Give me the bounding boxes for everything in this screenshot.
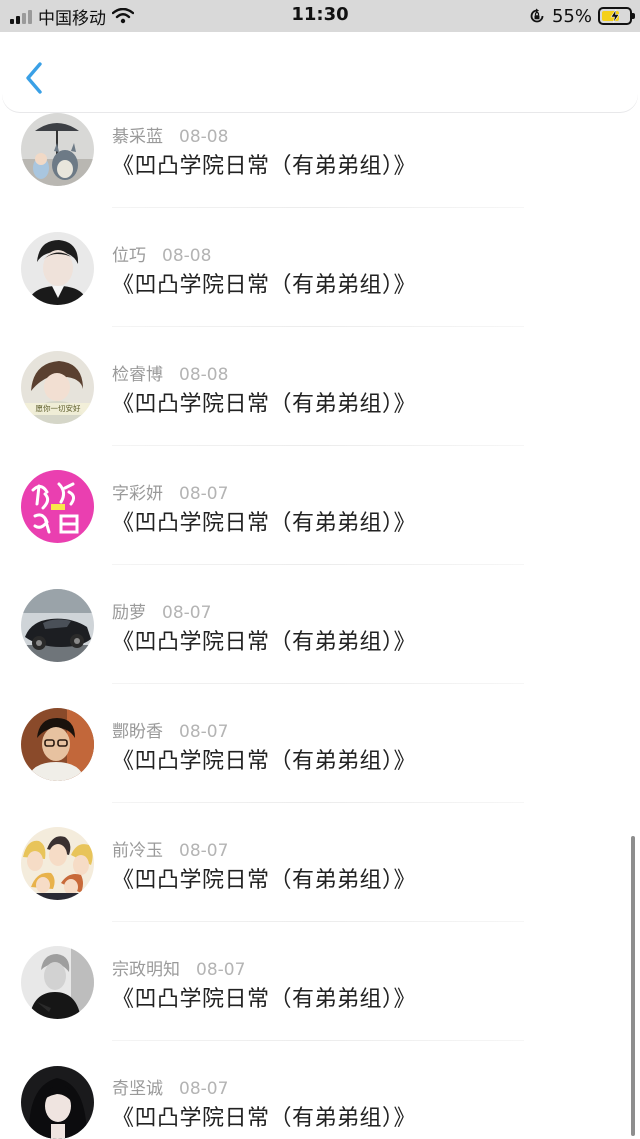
avatar[interactable]: [21, 1066, 94, 1139]
item-meta: 检睿博 08-08: [112, 360, 228, 385]
item-meta: 奇坚诚 08-07: [112, 1074, 228, 1099]
status-right: 55%: [528, 4, 635, 28]
author-name[interactable]: 字彩妍: [112, 484, 163, 504]
avatar[interactable]: [21, 113, 94, 186]
item-meta: 位巧 08-08: [112, 241, 211, 266]
battery-icon: [598, 7, 635, 25]
item-title[interactable]: 《凹凸学院日常（有弟弟组）》: [112, 505, 416, 537]
item-meta: 宗政明知 08-07: [112, 955, 245, 980]
avatar[interactable]: 愿你一切安好: [21, 351, 94, 424]
divider: [112, 683, 524, 684]
avatar[interactable]: [21, 827, 94, 900]
post-date: 08-07: [179, 484, 229, 504]
list-item[interactable]: 奇坚诚 08-07 《凹凸学院日常（有弟弟组）》: [0, 1062, 640, 1139]
list-item[interactable]: 前冷玉 08-07 《凹凸学院日常（有弟弟组）》: [0, 824, 640, 943]
list-item[interactable]: 綦采蓝 08-08 《凹凸学院日常（有弟弟组）》: [0, 110, 640, 229]
divider: [112, 445, 524, 446]
item-title[interactable]: 《凹凸学院日常（有弟弟组）》: [112, 624, 416, 656]
rotation-lock-icon: [530, 8, 544, 23]
author-name[interactable]: 励萝: [112, 603, 146, 623]
item-title[interactable]: 《凹凸学院日常（有弟弟组）》: [112, 386, 416, 418]
divider: [112, 564, 524, 565]
sports-car-avatar-image: [21, 589, 94, 662]
post-date: 08-07: [179, 722, 229, 742]
avatar-caption: 愿你一切安好: [35, 404, 81, 413]
list-item[interactable]: 宗政明知 08-07 《凹凸学院日常（有弟弟组）》: [0, 943, 640, 1062]
author-name[interactable]: 宗政明知: [112, 960, 180, 980]
item-title[interactable]: 《凹凸学院日常（有弟弟组）》: [112, 862, 416, 894]
bw-portrait-avatar-image: [21, 946, 94, 1019]
avatar[interactable]: [21, 589, 94, 662]
divider: [112, 802, 524, 803]
author-name[interactable]: 奇坚诚: [112, 1079, 163, 1099]
divider: [112, 207, 524, 208]
item-meta: 綦采蓝 08-08: [112, 122, 228, 147]
totoro-avatar-image: [21, 113, 94, 186]
avatar[interactable]: [21, 946, 94, 1019]
list-item[interactable]: 愿你一切安好 检睿博 08-08 《凹凸学院日常（有弟弟组）》: [0, 348, 640, 467]
scrollbar[interactable]: [631, 836, 635, 1136]
dark-hair-avatar-image: [21, 1066, 94, 1139]
author-name[interactable]: 酆盼香: [112, 722, 163, 742]
author-name[interactable]: 綦采蓝: [112, 127, 163, 147]
list-item[interactable]: 位巧 08-08 《凹凸学院日常（有弟弟组）》: [0, 229, 640, 348]
post-date: 08-07: [179, 1079, 229, 1099]
post-date: 08-07: [196, 960, 246, 980]
item-meta: 前冷玉 08-07: [112, 836, 228, 861]
item-title[interactable]: 《凹凸学院日常（有弟弟组）》: [112, 981, 416, 1013]
battery-percent: 55%: [551, 5, 592, 27]
post-date: 08-08: [179, 365, 229, 385]
divider: [112, 326, 524, 327]
divider: [112, 1040, 524, 1041]
nav-header: [2, 32, 638, 112]
back-button[interactable]: [20, 60, 50, 96]
author-name[interactable]: 位巧: [112, 246, 146, 266]
status-bar: 中国移动 11:30 55%: [0, 0, 640, 32]
item-title[interactable]: 《凹凸学院日常（有弟弟组）》: [112, 148, 416, 180]
pink-calligraphy-avatar-image: [21, 470, 94, 543]
charging-bolt-icon: [610, 9, 620, 23]
item-meta: 酆盼香 08-07: [112, 717, 228, 742]
post-date: 08-07: [179, 841, 229, 861]
screen: 中国移动 11:30 55% 綦采蓝 08-08 《凹凸学院日常（有弟弟组）》 …: [0, 0, 640, 1139]
post-date: 08-07: [162, 603, 212, 623]
list-item[interactable]: 酆盼香 08-07 《凹凸学院日常（有弟弟组）》: [0, 705, 640, 824]
chevron-left-icon: [26, 62, 42, 94]
avatar[interactable]: [21, 232, 94, 305]
divider: [112, 921, 524, 922]
man-glasses-avatar-image: [21, 708, 94, 781]
post-date: 08-08: [162, 246, 212, 266]
item-title[interactable]: 《凹凸学院日常（有弟弟组）》: [112, 743, 416, 775]
young-man-avatar-image: [21, 232, 94, 305]
item-title[interactable]: 《凹凸学院日常（有弟弟组）》: [112, 267, 416, 299]
post-date: 08-08: [179, 127, 229, 147]
anime-group-avatar-image: [21, 827, 94, 900]
avatar[interactable]: [21, 708, 94, 781]
item-meta: 励萝 08-07: [112, 598, 211, 623]
author-name[interactable]: 检睿博: [112, 365, 163, 385]
item-title[interactable]: 《凹凸学院日常（有弟弟组）》: [112, 1100, 416, 1132]
author-name[interactable]: 前冷玉: [112, 841, 163, 861]
list-item[interactable]: 励萝 08-07 《凹凸学院日常（有弟弟组）》: [0, 586, 640, 705]
list-item[interactable]: 字彩妍 08-07 《凹凸学院日常（有弟弟组）》: [0, 467, 640, 586]
avatar[interactable]: [21, 470, 94, 543]
item-meta: 字彩妍 08-07: [112, 479, 228, 504]
